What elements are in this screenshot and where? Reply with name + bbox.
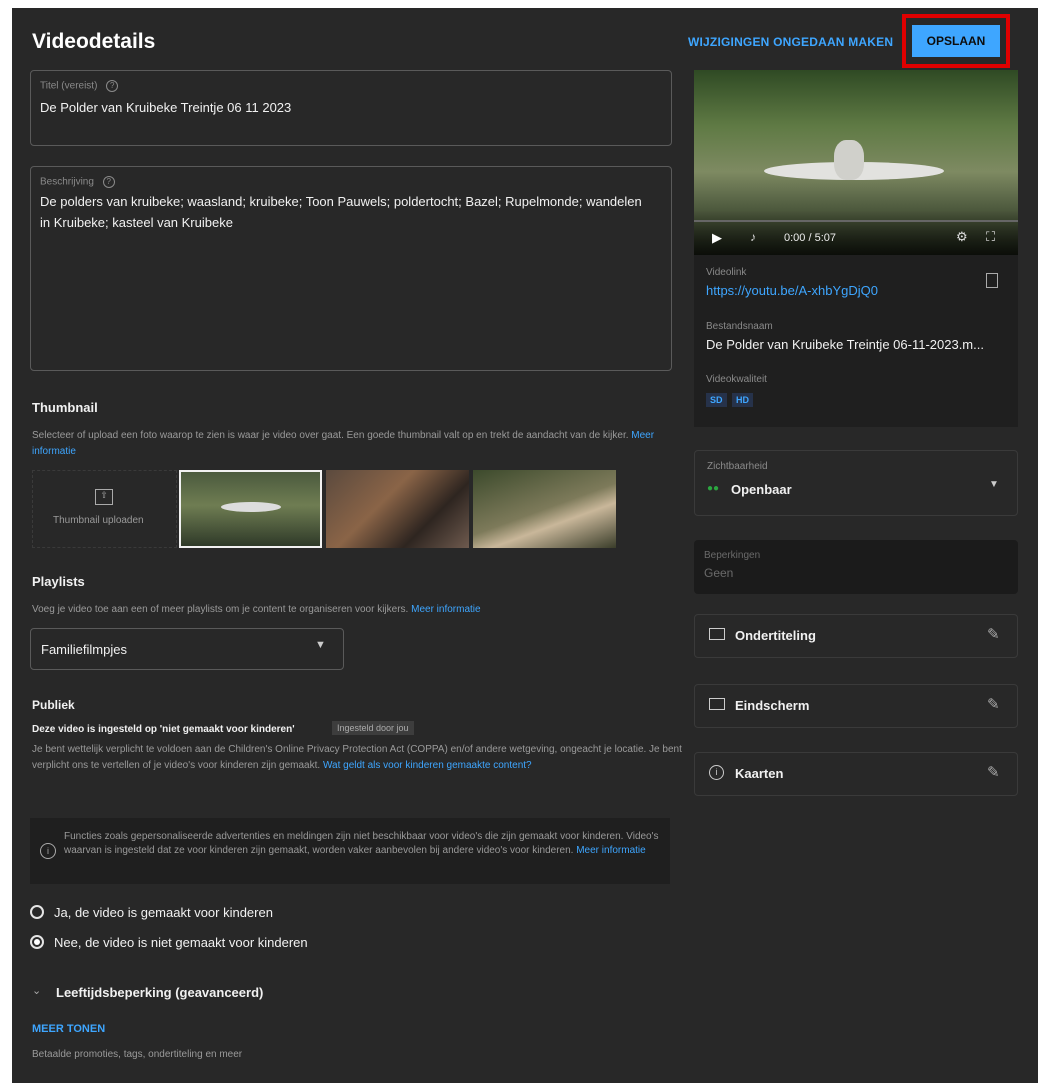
player-time: 0:00 / 5:07 [784,232,836,244]
filename-label: Bestandsnaam [706,321,773,332]
info-icon: i [709,765,724,780]
video-link[interactable]: https://youtu.be/A-xhbYgDjQ0 [706,283,878,298]
globe-icon: ●● [707,483,720,494]
thumbnail-description: Selecteer of upload een foto waarop te z… [32,430,629,441]
playlists-more-info-link[interactable]: Meer informatie [411,604,480,615]
pencil-icon[interactable]: ✎ [987,625,1000,643]
play-icon[interactable]: ▶ [712,230,722,246]
subtitles-icon [709,628,725,640]
subtitles-row[interactable]: Ondertiteling ✎ [694,614,1018,658]
audience-info-text: Functies zoals gepersonaliseerde adverte… [64,831,659,856]
page-title: Videodetails [32,30,156,53]
thumbnail-heading: Thumbnail [32,400,98,415]
pencil-icon[interactable]: ✎ [987,695,1000,713]
volume-icon[interactable]: ♪ [750,230,756,244]
video-preview[interactable]: ▶ ♪ 0:00 / 5:07 ⚙ ⛶ [694,70,1018,255]
upload-image-icon: ⇧ [95,489,113,505]
audience-legal-link[interactable]: Wat geldt als voor kinderen gemaakte con… [323,760,532,771]
restrictions-label: Beperkingen [704,550,761,561]
help-icon[interactable]: ? [106,80,119,92]
thumbnail-option-2[interactable] [326,470,469,548]
title-field-label: Titel (vereist) [40,80,98,92]
audience-badge: Ingesteld door jou [332,721,414,735]
show-more-button[interactable]: MEER TONEN [32,1023,105,1035]
cards-row[interactable]: i Kaarten ✎ [694,752,1018,796]
visibility-label: Zichtbaarheid [707,461,768,472]
audience-status: Deze video is ingesteld op 'niet gemaakt… [32,724,295,735]
radio-made-for-kids-label[interactable]: Ja, de video is gemaakt voor kinderen [54,905,273,920]
bird-body-shape [834,140,864,180]
info-icon: i [40,843,56,859]
visibility-select[interactable]: Zichtbaarheid ●● Openbaar ▼ [694,450,1018,516]
playlist-select[interactable]: Familiefilmpjes ▼ [30,628,344,670]
help-icon[interactable]: ? [102,176,115,188]
title-value: De Polder van Kruibeke Treintje 06 11 20… [40,100,292,115]
filename: De Polder van Kruibeke Treintje 06-11-20… [706,337,984,352]
endscreen-row[interactable]: Eindscherm ✎ [694,684,1018,728]
radio-not-made-for-kids-label[interactable]: Nee, de video is niet gemaakt voor kinde… [54,935,308,950]
thumbnail-upload-label: Thumbnail uploaden [53,515,144,526]
cards-label: Kaarten [735,766,784,781]
video-details-page: Videodetails WIJZIGINGEN ONGEDAAN MAKEN … [12,8,1038,1083]
dropdown-arrow-icon: ▼ [315,639,326,651]
radio-not-made-for-kids[interactable] [30,935,44,949]
fullscreen-icon[interactable]: ⛶ [986,229,995,245]
bird-shape [221,502,281,512]
thumbnail-upload-button[interactable]: ⇧ Thumbnail uploaden [32,470,177,548]
video-link-label: Videolink [706,267,747,278]
title-field[interactable]: Titel (vereist) ? De Polder van Kruibeke… [30,70,672,146]
playlists-heading: Playlists [32,574,85,589]
quality-badge-hd: HD [732,393,753,407]
chevron-down-icon[interactable]: ⌄ [32,984,41,997]
save-highlight-box [902,14,1010,68]
audience-info-box: i Functies zoals gepersonaliseerde adver… [30,818,670,884]
endscreen-icon [709,698,725,710]
video-quality-label: Videokwaliteit [706,374,767,385]
visibility-value: Openbaar [731,482,792,497]
video-info-panel: Videolink https://youtu.be/A-xhbYgDjQ0 B… [694,255,1018,427]
undo-changes-button[interactable]: WIJZIGINGEN ONGEDAAN MAKEN [688,35,893,49]
settings-icon[interactable]: ⚙ [956,229,968,245]
restrictions-value: Geen [704,566,734,580]
subtitles-label: Ondertiteling [735,628,816,643]
restrictions-field: Beperkingen Geen [694,540,1018,594]
description-field-label: Beschrijving [40,176,94,188]
audience-info-link[interactable]: Meer informatie [576,845,645,856]
copy-icon[interactable] [986,273,998,288]
age-restriction-toggle[interactable]: Leeftijdsbeperking (geavanceerd) [56,985,263,1000]
description-field[interactable]: Beschrijving ? De polders van kruibeke; … [30,166,672,371]
quality-badge-sd: SD [706,393,727,407]
dropdown-arrow-icon: ▼ [989,479,999,490]
endscreen-label: Eindscherm [735,698,810,713]
pencil-icon[interactable]: ✎ [987,763,1000,781]
radio-made-for-kids[interactable] [30,905,44,919]
thumbnail-option-3[interactable] [473,470,616,548]
playlists-description: Voeg je video toe aan een of meer playli… [32,604,409,615]
show-more-description: Betaalde promoties, tags, ondertiteling … [32,1049,243,1060]
thumbnail-option-1[interactable] [179,470,322,548]
description-value: De polders van kruibeke; waasland; kruib… [40,194,642,230]
playlist-selected-value: Familiefilmpjes [41,642,127,657]
progress-bar[interactable] [694,220,1018,222]
audience-heading: Publiek [32,698,75,712]
